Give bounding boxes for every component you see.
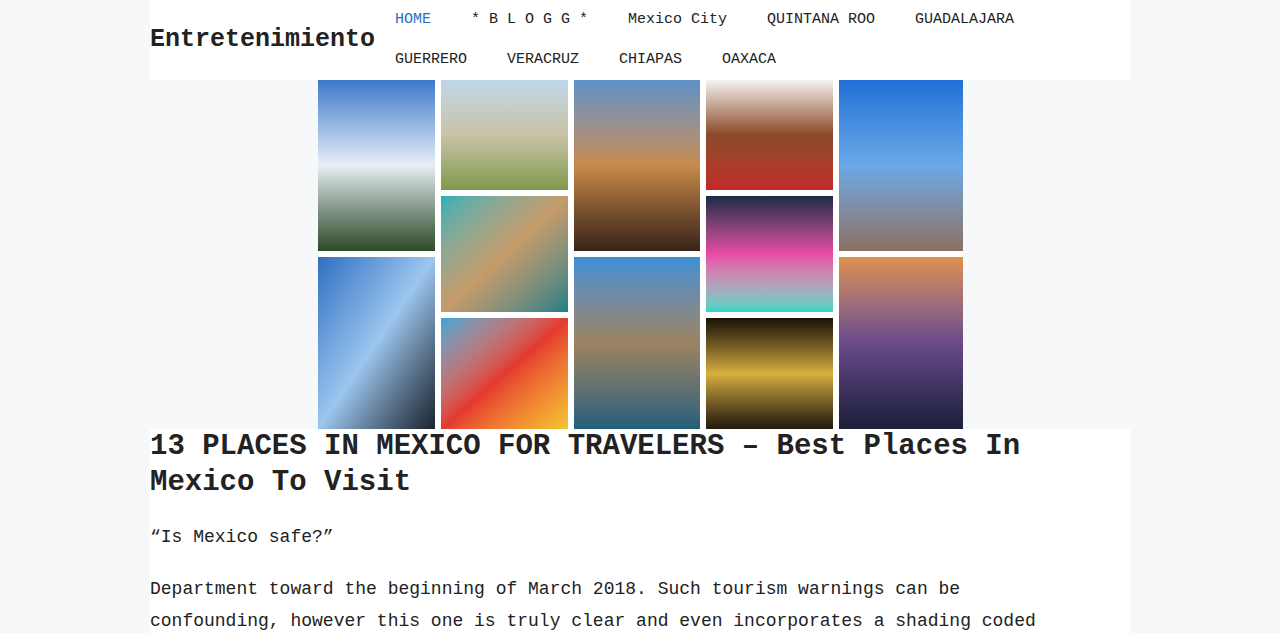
article-subtitle: “Is Mexico safe?” [150, 521, 1130, 553]
site-title[interactable]: Entretenimiento [150, 25, 375, 55]
nav-item[interactable]: GUERRERO [375, 40, 487, 80]
article-title: 13 PLACES IN MEXICO FOR TRAVELERS – Best… [150, 429, 1130, 501]
nav-item[interactable]: * B L O G G * [451, 0, 608, 40]
nav-item[interactable]: Mexico City [608, 0, 747, 40]
article-paragraph: Department toward the beginning of March… [150, 573, 1080, 633]
article: 13 PLACES IN MEXICO FOR TRAVELERS – Best… [150, 429, 1130, 633]
nav-item[interactable]: GUADALAJARA [895, 0, 1034, 40]
nav-item[interactable]: HOME [375, 0, 451, 40]
nav-item[interactable]: OAXACA [702, 40, 796, 80]
nav-item[interactable]: QUINTANA ROO [747, 0, 895, 40]
hero-image [318, 80, 963, 429]
nav-item[interactable]: CHIAPAS [599, 40, 702, 80]
site-header: Entretenimiento HOME* B L O G G *Mexico … [150, 0, 1130, 80]
main-nav: HOME* B L O G G *Mexico CityQUINTANA ROO… [375, 0, 1130, 80]
nav-item[interactable]: VERACRUZ [487, 40, 599, 80]
hero-collage [150, 80, 1130, 429]
